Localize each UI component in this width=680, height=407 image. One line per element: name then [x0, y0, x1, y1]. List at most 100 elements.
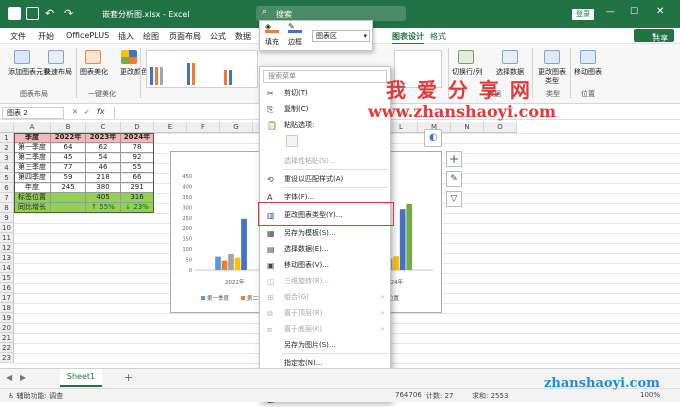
table-cell[interactable]: 380	[86, 183, 121, 193]
column-header[interactable]: B	[51, 122, 86, 133]
table-cell[interactable]: 第二季度	[14, 153, 51, 163]
menu-item[interactable]: ▣ 移动图表(V)...	[260, 257, 390, 273]
tab-insert[interactable]: 插入	[118, 31, 134, 42]
row-header[interactable]: 14	[0, 263, 14, 273]
move-chart-button[interactable]: 移动图表	[574, 68, 602, 77]
row-header[interactable]: 4	[0, 163, 14, 173]
menu-item[interactable]: ▦ 另存为模板(S)...	[260, 225, 390, 241]
select-data-icon[interactable]	[502, 50, 518, 64]
row-header[interactable]: 23	[0, 353, 14, 363]
bar[interactable]	[399, 209, 406, 270]
table-cell[interactable]: 291	[121, 183, 154, 193]
column-header[interactable]: E	[154, 122, 187, 133]
switch-row-column-icon[interactable]	[458, 50, 474, 64]
row-header[interactable]: 10	[0, 223, 14, 233]
row-header[interactable]: 5	[0, 173, 14, 183]
prev-sheet-icon[interactable]: ◀	[6, 373, 12, 382]
tab-home[interactable]: 开始	[38, 31, 54, 42]
bar[interactable]	[406, 203, 413, 270]
chart-styles-button[interactable]: ✎	[446, 171, 462, 187]
row-header[interactable]: 12	[0, 243, 14, 253]
tab-page-layout[interactable]: 页面布局	[169, 31, 201, 42]
table-cell[interactable]: 2022年	[51, 133, 86, 143]
table-cell[interactable]: 第一季度	[14, 143, 51, 153]
table-cell[interactable]: 77	[51, 163, 86, 173]
column-header[interactable]: G	[220, 122, 253, 133]
chart-beautify-icon[interactable]	[85, 50, 101, 64]
row-header[interactable]: 22	[0, 343, 14, 353]
tab-data[interactable]: 数据	[235, 31, 251, 42]
chart-style-thumb[interactable]	[224, 55, 256, 85]
add-sheet-icon[interactable]: +	[124, 371, 133, 384]
zoom-level[interactable]: 100%	[640, 391, 660, 399]
bar[interactable]	[228, 253, 234, 270]
chart-elements-button[interactable]: +	[446, 151, 462, 167]
menu-item[interactable]: ⟲ 重设以匹配样式(A)	[260, 171, 390, 187]
next-sheet-icon[interactable]: ▶	[20, 373, 26, 382]
table-cell[interactable]: 45	[51, 153, 86, 163]
fill-label[interactable]: 填充	[265, 37, 279, 47]
chart-element-select[interactable]: 图表区 ▾	[312, 30, 370, 42]
table-cell[interactable]: 季度	[14, 133, 51, 143]
close-icon[interactable]: ✕	[656, 6, 664, 17]
select-all-corner[interactable]	[0, 122, 14, 133]
outline-label[interactable]: 边框	[288, 37, 302, 47]
login-button[interactable]: 登录	[572, 9, 594, 20]
fill-icon[interactable]: ◈	[265, 23, 279, 33]
column-header[interactable]: N	[451, 122, 484, 133]
move-chart-icon[interactable]	[580, 50, 596, 64]
row-header[interactable]: 13	[0, 253, 14, 263]
paste-option-icon[interactable]	[286, 135, 298, 147]
table-cell[interactable]: 第四季度	[14, 173, 51, 183]
quick-layout-icon[interactable]	[48, 50, 64, 64]
enter-formula-icon[interactable]: ✓	[84, 108, 90, 116]
row-header[interactable]: 16	[0, 283, 14, 293]
table-cell[interactable]: 2023年	[86, 133, 121, 143]
menu-search-input[interactable]: 搜索菜单	[263, 70, 387, 83]
outline-icon[interactable]: ✎	[288, 23, 302, 33]
row-header[interactable]: 9	[0, 213, 14, 223]
table-cell[interactable]: 第三季度	[14, 163, 51, 173]
table-cell[interactable]: 年度	[14, 183, 51, 193]
table-cell[interactable]: 55	[121, 163, 154, 173]
menu-item[interactable]: ▤ 选择数据(E)...	[260, 241, 390, 257]
column-header[interactable]: C	[86, 122, 121, 133]
column-header[interactable]: F	[187, 122, 220, 133]
row-header[interactable]: 11	[0, 233, 14, 243]
menu-item[interactable]: ✂ 剪切(T)	[260, 85, 390, 101]
bar[interactable]	[234, 257, 241, 270]
save-icon[interactable]	[26, 7, 39, 20]
chart-layout-options-button[interactable]: ◐	[424, 129, 442, 147]
cancel-formula-icon[interactable]: ✕	[72, 108, 78, 116]
share-button[interactable]: 共享 ▾	[634, 29, 674, 43]
column-header[interactable]: O	[484, 122, 517, 133]
table-cell[interactable]: 59	[51, 173, 86, 183]
row-header[interactable]: 21	[0, 333, 14, 343]
row-header[interactable]: 1	[0, 133, 14, 143]
tab-officeplus[interactable]: OfficePLUS	[66, 31, 109, 40]
change-chart-type-button[interactable]: 更改图表类型	[537, 68, 567, 86]
table-cell[interactable]: ↑ 55%	[86, 203, 121, 213]
chart-styles-gallery[interactable]	[146, 50, 258, 88]
tab-file[interactable]: 文件	[10, 31, 26, 42]
fx-label[interactable]: fx	[97, 107, 105, 116]
table-cell[interactable]: 218	[86, 173, 121, 183]
table-cell[interactable]: 316	[121, 193, 154, 203]
sheet-tab-sheet1[interactable]: Sheet1	[60, 369, 102, 387]
tab-formulas[interactable]: 公式	[210, 31, 226, 42]
table-cell[interactable]	[51, 193, 86, 203]
add-chart-element-icon[interactable]	[14, 50, 30, 64]
row-header[interactable]: 3	[0, 153, 14, 163]
redo-icon[interactable]: ↷	[64, 7, 77, 20]
row-header[interactable]: 6	[0, 183, 14, 193]
table-cell[interactable]: 66	[121, 173, 154, 183]
chart-beautify-button[interactable]: 图表美化	[80, 68, 108, 77]
bar[interactable]	[393, 256, 400, 270]
change-chart-type-icon[interactable]	[544, 50, 560, 64]
chart-style-thumb[interactable]	[187, 55, 219, 85]
chart-style-thumb[interactable]	[150, 55, 182, 85]
menu-item[interactable]: 另存为图片(S)...	[260, 337, 390, 353]
table-cell[interactable]: ↓ 23%	[121, 203, 154, 213]
row-header[interactable]: 17	[0, 293, 14, 303]
row-header[interactable]: 18	[0, 303, 14, 313]
